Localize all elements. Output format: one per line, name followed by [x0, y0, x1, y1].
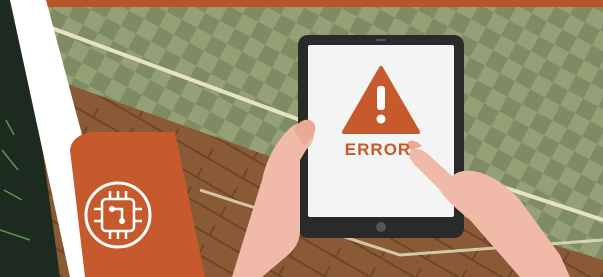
tablet-home-button	[376, 222, 386, 232]
error-status-text: ERROR	[344, 140, 412, 159]
tablet-device	[298, 35, 464, 238]
top-banner-bar	[0, 0, 603, 7]
illustration-scene	[0, 0, 603, 277]
